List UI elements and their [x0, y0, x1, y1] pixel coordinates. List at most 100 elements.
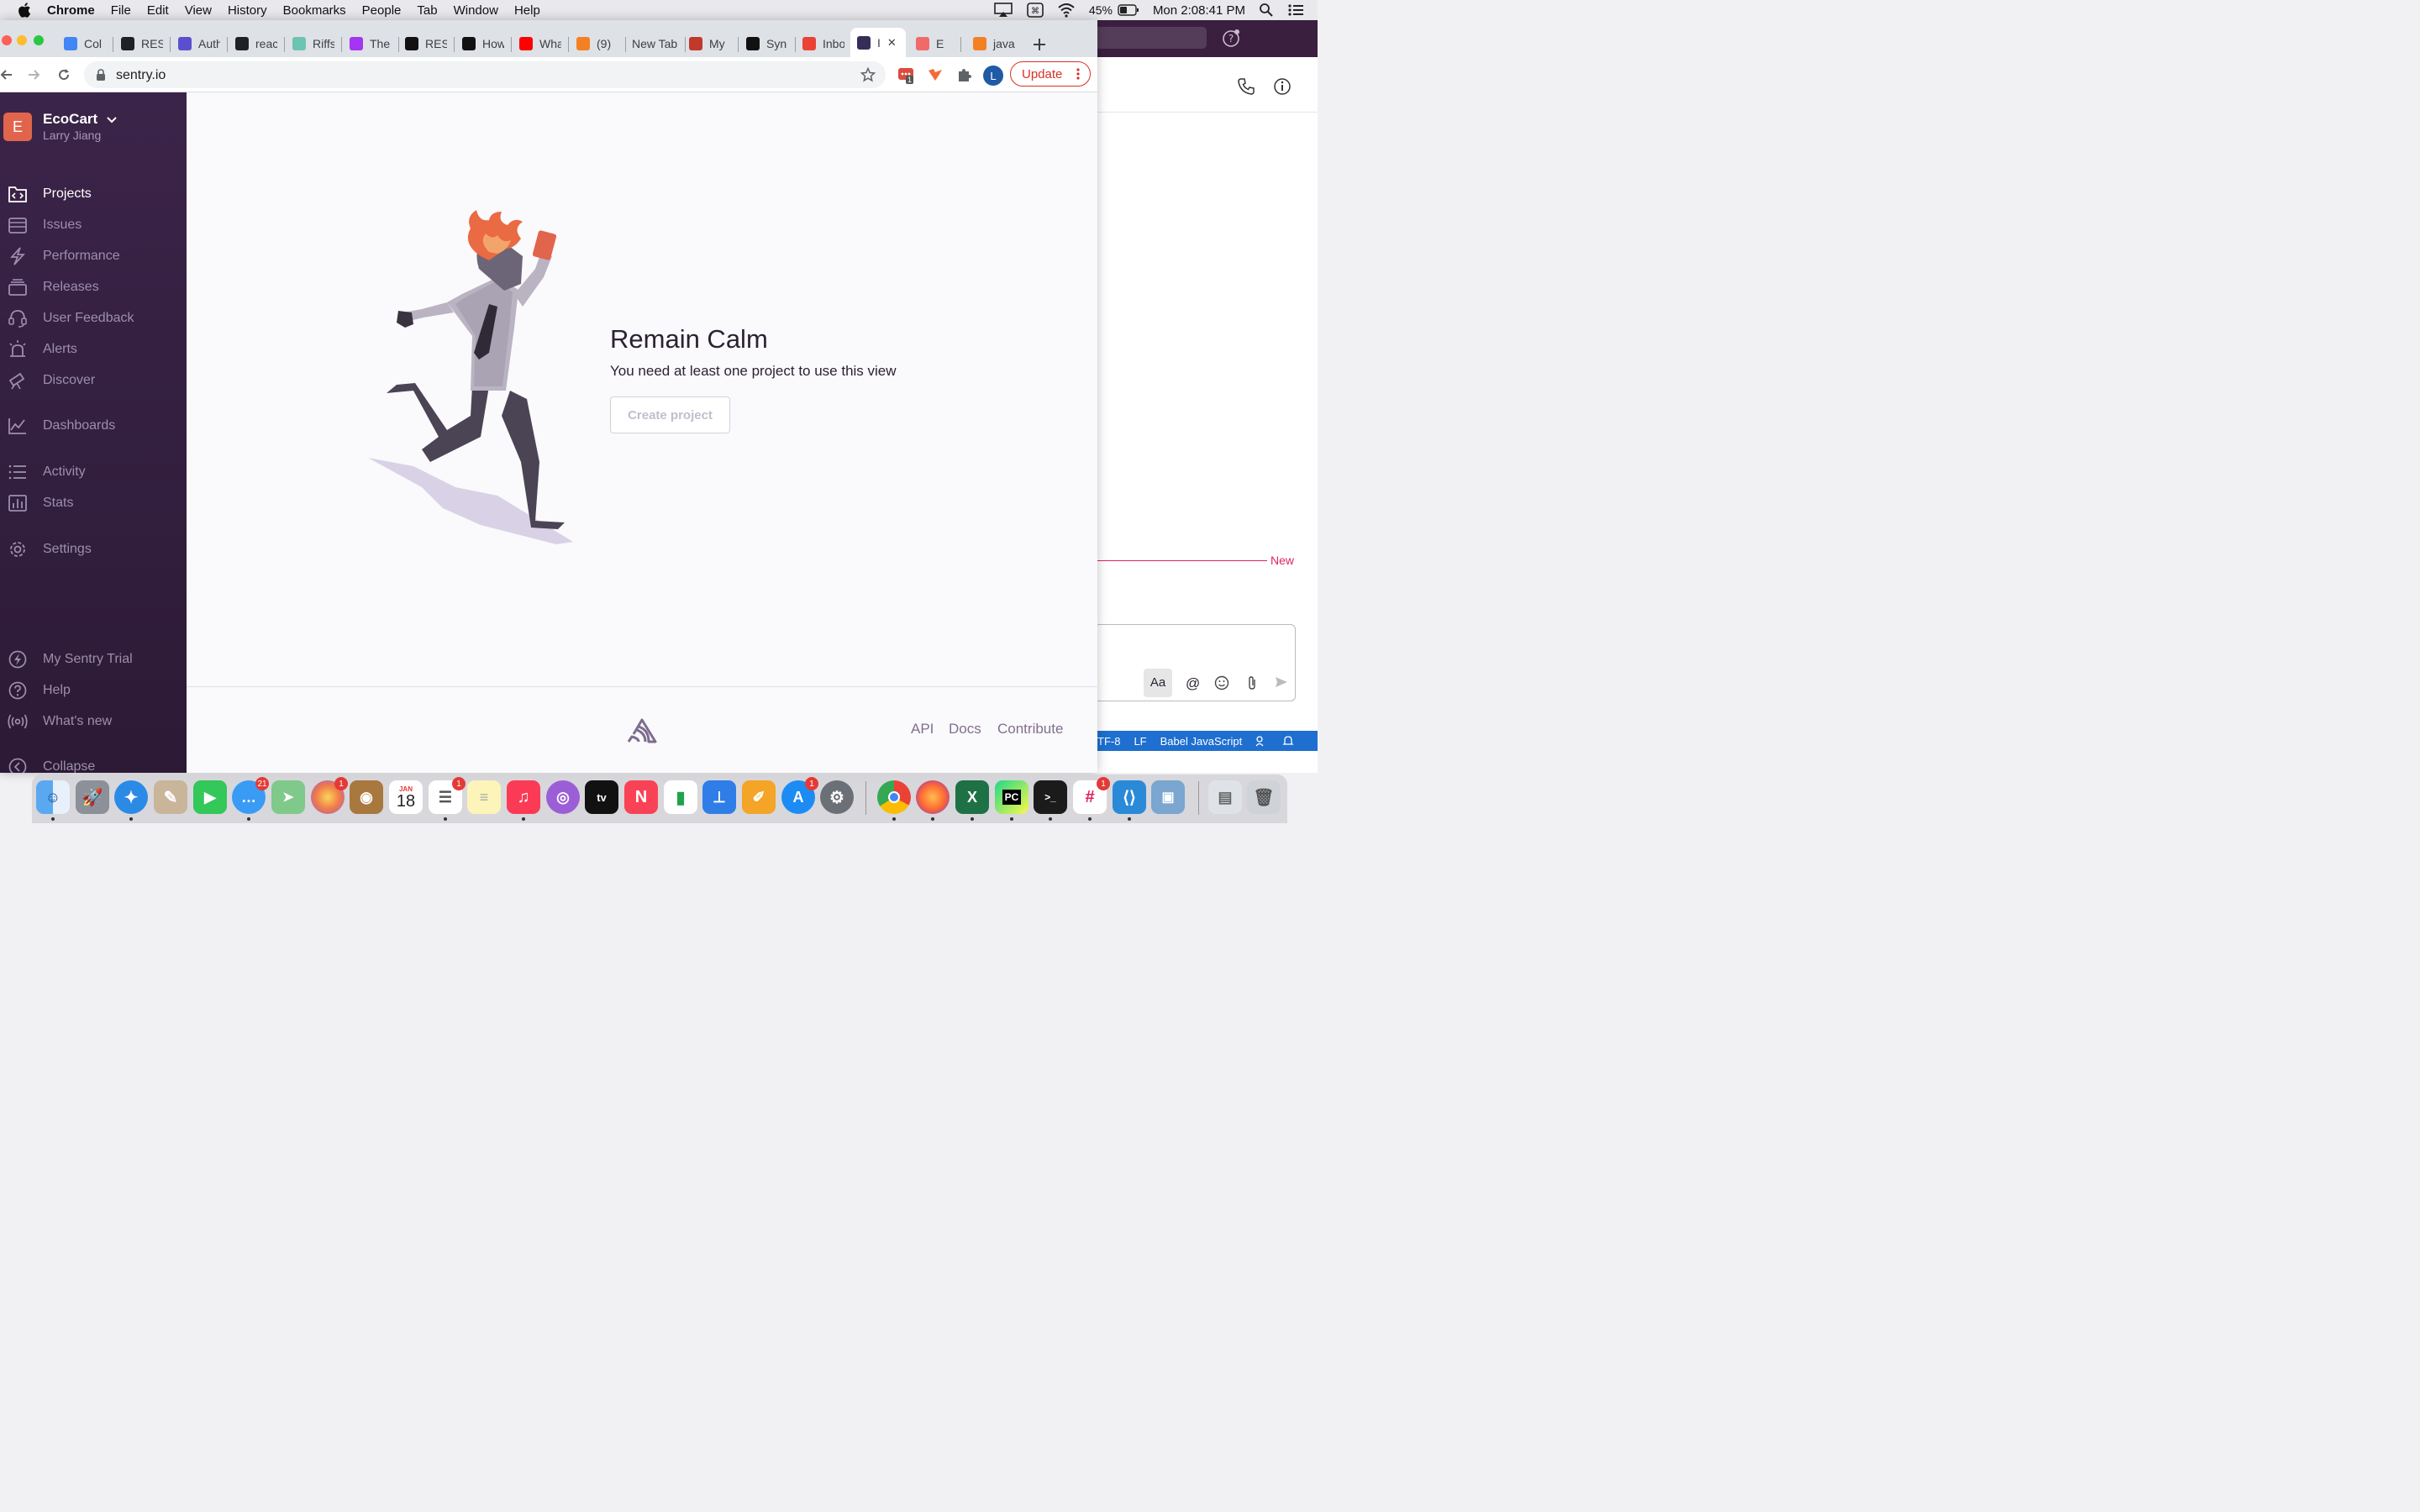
- tab[interactable]: Riffs: [292, 32, 334, 55]
- facetime-icon[interactable]: ▶: [193, 780, 227, 814]
- window-close-button[interactable]: [2, 35, 12, 45]
- update-chrome-button[interactable]: Update: [1010, 61, 1091, 87]
- new-tab-plus-icon[interactable]: [1032, 37, 1047, 52]
- footer-link-api[interactable]: API: [911, 721, 934, 738]
- fox-extension-icon[interactable]: [927, 67, 944, 82]
- clock[interactable]: Mon 2:08:41 PM: [1153, 3, 1245, 18]
- tab[interactable]: reac: [235, 32, 277, 55]
- control-center-icon[interactable]: [1287, 3, 1304, 17]
- news-icon[interactable]: N: [624, 780, 658, 814]
- menu-view[interactable]: View: [185, 3, 212, 18]
- apple-icon[interactable]: [15, 1, 34, 19]
- extension-todoist[interactable]: 1: [897, 67, 914, 84]
- photos-icon[interactable]: 1: [311, 777, 348, 814]
- tab[interactable]: RES: [121, 32, 163, 55]
- keyboard-shortcut-icon[interactable]: ⌘: [1027, 3, 1044, 18]
- sidebar-item-whats-new[interactable]: What's new: [0, 709, 187, 734]
- sidebar-item-help[interactable]: Help: [0, 678, 187, 703]
- tab[interactable]: My: [689, 32, 731, 55]
- menu-help[interactable]: Help: [514, 3, 540, 18]
- profile-avatar[interactable]: L: [983, 66, 1003, 86]
- bookmark-star-icon[interactable]: [860, 67, 876, 82]
- safari-icon[interactable]: ✦: [114, 780, 148, 821]
- wifi-icon[interactable]: [1057, 3, 1076, 18]
- terminal-icon[interactable]: >_: [1034, 780, 1067, 821]
- sidebar-item-my-sentry-trial[interactable]: My Sentry Trial: [0, 647, 187, 672]
- back-arrow-icon[interactable]: [0, 68, 13, 81]
- tab[interactable]: E: [916, 32, 954, 55]
- window-zoom-button[interactable]: [34, 35, 44, 45]
- firefox-icon[interactable]: [916, 780, 950, 821]
- background-app-search[interactable]: [1097, 27, 1207, 49]
- emoji-icon[interactable]: [1214, 675, 1229, 690]
- airplay-icon[interactable]: [993, 3, 1013, 18]
- language-mode-status[interactable]: Babel JavaScript: [1160, 735, 1243, 748]
- org-switcher[interactable]: EcoCart: [43, 111, 117, 128]
- apple-tv-icon[interactable]: tv: [585, 780, 618, 814]
- slack-icon[interactable]: #1: [1073, 777, 1110, 821]
- phone-icon[interactable]: [1237, 77, 1255, 96]
- system-preferences-icon[interactable]: ⚙: [820, 780, 854, 814]
- documents-stack-icon[interactable]: ▤: [1208, 780, 1242, 814]
- sidebar-item-discover[interactable]: Discover: [0, 368, 187, 393]
- calendar-icon[interactable]: JAN 18: [389, 780, 423, 814]
- sidebar-item-releases[interactable]: Releases: [0, 275, 187, 300]
- sentry-logo-icon[interactable]: [627, 715, 657, 743]
- message-composer[interactable]: Aa @: [1097, 624, 1296, 701]
- excel-icon[interactable]: X: [955, 780, 989, 821]
- tab[interactable]: java: [973, 32, 1015, 55]
- create-project-button[interactable]: Create project: [610, 396, 730, 433]
- music-icon[interactable]: ♫: [507, 780, 540, 821]
- tab[interactable]: Wha: [519, 32, 561, 55]
- menu-tab[interactable]: Tab: [417, 3, 437, 18]
- extensions-puzzle-icon[interactable]: [956, 67, 971, 82]
- sidebar-item-dashboards[interactable]: Dashboards: [0, 413, 187, 438]
- attachment-icon[interactable]: [1246, 675, 1258, 690]
- menu-bookmarks[interactable]: Bookmarks: [283, 3, 346, 18]
- format-button[interactable]: Aa: [1144, 669, 1172, 697]
- app-store-icon[interactable]: A1: [781, 777, 818, 814]
- more-vert-icon[interactable]: [1076, 68, 1080, 80]
- pages-icon[interactable]: ✐: [742, 780, 776, 814]
- menu-app-name[interactable]: Chrome: [47, 3, 95, 18]
- encoding-status[interactable]: TF-8: [1097, 735, 1120, 748]
- mention-icon[interactable]: @: [1186, 675, 1200, 692]
- vscode-icon[interactable]: ⟨⟩: [1113, 780, 1146, 821]
- line-ending-status[interactable]: LF: [1134, 735, 1146, 748]
- menu-history[interactable]: History: [228, 3, 267, 18]
- sidebar-item-settings[interactable]: Settings: [0, 537, 187, 562]
- sidebar-item-alerts[interactable]: Alerts: [0, 337, 187, 362]
- battery-icon[interactable]: [1118, 4, 1139, 16]
- help-circle-icon[interactable]: ?: [1222, 29, 1240, 48]
- sidebar-item-activity[interactable]: Activity: [0, 459, 187, 485]
- menu-people[interactable]: People: [362, 3, 402, 18]
- podcasts-icon[interactable]: ◎: [546, 780, 580, 814]
- sidebar-item-user-feedback[interactable]: User Feedback: [0, 306, 187, 331]
- sidebar-item-stats[interactable]: Stats: [0, 491, 187, 516]
- finder-icon[interactable]: ☺: [36, 780, 70, 821]
- reload-icon[interactable]: [57, 68, 71, 81]
- footer-link-contribute[interactable]: Contribute: [997, 721, 1063, 738]
- sidebar-item-issues[interactable]: Issues: [0, 213, 187, 238]
- tab[interactable]: How: [462, 32, 504, 55]
- info-icon[interactable]: [1273, 77, 1292, 96]
- menu-edit[interactable]: Edit: [147, 3, 169, 18]
- notifications-bell-icon[interactable]: [1282, 735, 1294, 747]
- trash-icon[interactable]: 🗑: [1247, 780, 1281, 814]
- tab[interactable]: The: [350, 32, 392, 55]
- sidebar-item-projects[interactable]: Projects: [0, 181, 187, 207]
- notes-icon[interactable]: ≡: [467, 780, 501, 814]
- send-icon[interactable]: [1275, 675, 1288, 689]
- numbers-icon[interactable]: ▮: [664, 780, 697, 814]
- messages-icon[interactable]: … 21: [232, 777, 269, 821]
- preview-icon[interactable]: ✎: [154, 780, 187, 814]
- tab-active[interactable]: I ✕: [850, 28, 906, 57]
- image-capture-icon[interactable]: ▣: [1151, 780, 1185, 814]
- sidebar-item-performance[interactable]: Performance: [0, 244, 187, 269]
- address-bar[interactable]: sentry.io: [84, 61, 886, 88]
- pycharm-icon[interactable]: PC: [995, 780, 1028, 821]
- menu-file[interactable]: File: [111, 3, 131, 18]
- tab[interactable]: Syn: [746, 32, 788, 55]
- tab[interactable]: Auth: [178, 32, 220, 55]
- tab[interactable]: Inbo: [802, 32, 844, 55]
